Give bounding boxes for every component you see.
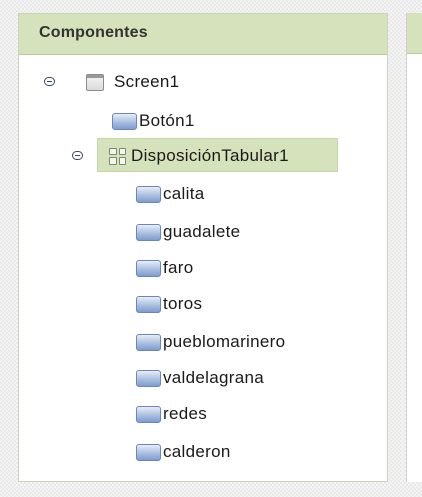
collapse-screen1-toggle[interactable] (44, 77, 55, 86)
tree-item-label: calderon (163, 442, 231, 461)
component-tree: Screen1 Botón1 DisposiciónTabular1 calit… (0, 0, 422, 497)
tree-item-label: guadalete (163, 222, 241, 241)
tree-item-label: faro (163, 258, 194, 277)
screen-icon (86, 73, 104, 91)
button-icon (136, 443, 161, 461)
button-icon (112, 112, 137, 130)
table-arrangement-icon (108, 147, 127, 166)
tree-item-calderon[interactable]: calderon (136, 438, 231, 466)
tree-item-label: redes (163, 404, 208, 423)
tree-item-redes[interactable]: redes (136, 400, 207, 428)
tree-item-toros[interactable]: toros (136, 290, 202, 318)
tree-item-guadalete[interactable]: guadalete (136, 218, 240, 246)
tree-item-label: DisposiciónTabular1 (131, 146, 289, 165)
tree-item-faro[interactable]: faro (136, 254, 194, 282)
button-icon (136, 185, 161, 203)
tree-item-label: Screen1 (114, 72, 180, 91)
tree-item-label: calita (163, 184, 205, 203)
tree-item-label: valdelagrana (163, 368, 264, 387)
tree-item-screen1[interactable]: Screen1 (86, 68, 179, 96)
tree-item-calita[interactable]: calita (136, 180, 205, 208)
button-icon (136, 405, 161, 423)
tree-item-label: Botón1 (139, 111, 195, 130)
tree-item-disposiciontabular1[interactable]: DisposiciónTabular1 (108, 142, 289, 170)
tree-item-pueblomarinero[interactable]: pueblomarinero (136, 328, 285, 356)
tree-item-boton1[interactable]: Botón1 (112, 107, 195, 135)
button-icon (136, 223, 161, 241)
button-icon (136, 333, 161, 351)
tree-item-valdelagrana[interactable]: valdelagrana (136, 364, 264, 392)
button-icon (136, 369, 161, 387)
tree-item-label: toros (163, 294, 203, 313)
collapse-table-toggle[interactable] (72, 151, 83, 160)
tree-item-label: pueblomarinero (163, 332, 286, 351)
button-icon (136, 295, 161, 313)
button-icon (136, 259, 161, 277)
